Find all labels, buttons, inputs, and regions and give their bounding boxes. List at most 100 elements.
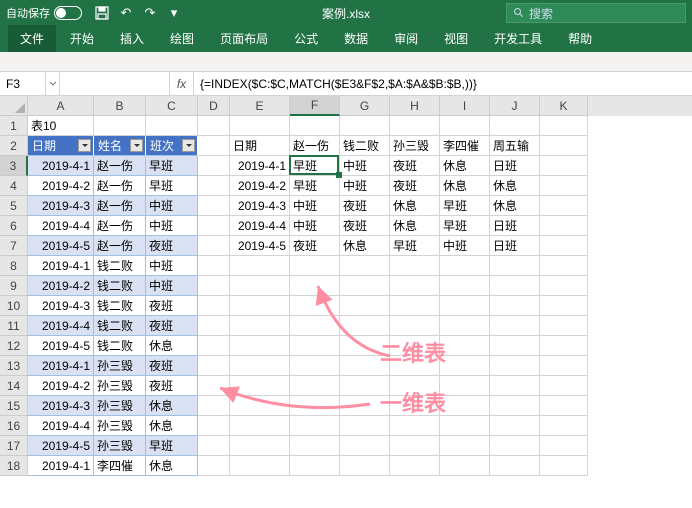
cell-I6[interactable]: 早班 [440, 216, 490, 236]
cell-C2[interactable]: 班次 [146, 136, 198, 156]
col-header-E[interactable]: E [230, 96, 290, 116]
filter-dropdown-icon[interactable] [78, 139, 91, 152]
cell-I13[interactable] [440, 356, 490, 376]
cell-H4[interactable]: 夜班 [390, 176, 440, 196]
row-header-16[interactable]: 16 [0, 416, 28, 436]
cell-A12[interactable]: 2019-4-5 [28, 336, 94, 356]
cell-B13[interactable]: 孙三毁 [94, 356, 146, 376]
cell-G2[interactable]: 钱二败 [340, 136, 390, 156]
cell-K3[interactable] [540, 156, 588, 176]
cell-A3[interactable]: 2019-4-1 [28, 156, 94, 176]
ribbon-tab-9[interactable]: 开发工具 [482, 25, 554, 52]
cell-B17[interactable]: 孙三毁 [94, 436, 146, 456]
cell-G5[interactable]: 夜班 [340, 196, 390, 216]
cell-D11[interactable] [198, 316, 230, 336]
col-header-F[interactable]: F [290, 96, 340, 116]
cell-J6[interactable]: 日班 [490, 216, 540, 236]
cell-H8[interactable] [390, 256, 440, 276]
cell-A2[interactable]: 日期 [28, 136, 94, 156]
cell-D9[interactable] [198, 276, 230, 296]
row-header-14[interactable]: 14 [0, 376, 28, 396]
cell-D10[interactable] [198, 296, 230, 316]
cell-C1[interactable] [146, 116, 198, 136]
cell-G11[interactable] [340, 316, 390, 336]
cell-I3[interactable]: 休息 [440, 156, 490, 176]
cell-E11[interactable] [230, 316, 290, 336]
row-header-5[interactable]: 5 [0, 196, 28, 216]
cell-B14[interactable]: 孙三毁 [94, 376, 146, 396]
cell-J3[interactable]: 日班 [490, 156, 540, 176]
row-header-13[interactable]: 13 [0, 356, 28, 376]
cell-C4[interactable]: 早班 [146, 176, 198, 196]
cell-F12[interactable] [290, 336, 340, 356]
cell-F5[interactable]: 中班 [290, 196, 340, 216]
ribbon-tab-0[interactable]: 文件 [8, 25, 56, 52]
cell-C14[interactable]: 夜班 [146, 376, 198, 396]
cell-K16[interactable] [540, 416, 588, 436]
col-header-C[interactable]: C [146, 96, 198, 116]
spreadsheet-grid[interactable]: ABCDEFGHIJK 1表102日期姓名班次日期赵一伤钱二败孙三毁李四催周五输… [0, 96, 692, 476]
cell-F6[interactable]: 中班 [290, 216, 340, 236]
cell-E12[interactable] [230, 336, 290, 356]
cell-K17[interactable] [540, 436, 588, 456]
cell-G4[interactable]: 中班 [340, 176, 390, 196]
cell-A8[interactable]: 2019-4-1 [28, 256, 94, 276]
row-header-9[interactable]: 9 [0, 276, 28, 296]
cell-D1[interactable] [198, 116, 230, 136]
cell-A7[interactable]: 2019-4-5 [28, 236, 94, 256]
cell-D3[interactable] [198, 156, 230, 176]
save-icon[interactable] [94, 5, 110, 21]
cell-D4[interactable] [198, 176, 230, 196]
cell-H18[interactable] [390, 456, 440, 476]
redo-icon[interactable]: ↷ [142, 5, 158, 21]
cell-J15[interactable] [490, 396, 540, 416]
cell-B12[interactable]: 钱二败 [94, 336, 146, 356]
cell-E2[interactable]: 日期 [230, 136, 290, 156]
cell-J5[interactable]: 休息 [490, 196, 540, 216]
cell-G18[interactable] [340, 456, 390, 476]
cell-I10[interactable] [440, 296, 490, 316]
ribbon-tab-10[interactable]: 帮助 [556, 25, 604, 52]
cell-G12[interactable] [340, 336, 390, 356]
cell-K5[interactable] [540, 196, 588, 216]
cell-I11[interactable] [440, 316, 490, 336]
cell-C5[interactable]: 中班 [146, 196, 198, 216]
cell-H11[interactable] [390, 316, 440, 336]
cell-B7[interactable]: 赵一伤 [94, 236, 146, 256]
cell-I1[interactable] [440, 116, 490, 136]
cell-B8[interactable]: 钱二败 [94, 256, 146, 276]
row-header-2[interactable]: 2 [0, 136, 28, 156]
select-all-triangle[interactable] [0, 96, 28, 116]
cell-H12[interactable] [390, 336, 440, 356]
cell-A14[interactable]: 2019-4-2 [28, 376, 94, 396]
cell-F9[interactable] [290, 276, 340, 296]
cell-I12[interactable] [440, 336, 490, 356]
col-header-K[interactable]: K [540, 96, 588, 116]
name-box[interactable]: F3 [0, 72, 46, 95]
ribbon-tab-6[interactable]: 数据 [332, 25, 380, 52]
cell-C16[interactable]: 休息 [146, 416, 198, 436]
ribbon-tab-8[interactable]: 视图 [432, 25, 480, 52]
filter-dropdown-icon[interactable] [182, 139, 195, 152]
cell-E1[interactable] [230, 116, 290, 136]
row-header-6[interactable]: 6 [0, 216, 28, 236]
cell-G9[interactable] [340, 276, 390, 296]
cell-A10[interactable]: 2019-4-3 [28, 296, 94, 316]
cell-K2[interactable] [540, 136, 588, 156]
row-header-11[interactable]: 11 [0, 316, 28, 336]
cell-E18[interactable] [230, 456, 290, 476]
row-header-4[interactable]: 4 [0, 176, 28, 196]
col-header-A[interactable]: A [28, 96, 94, 116]
cell-D8[interactable] [198, 256, 230, 276]
cell-D6[interactable] [198, 216, 230, 236]
cell-B10[interactable]: 钱二败 [94, 296, 146, 316]
cell-A15[interactable]: 2019-4-3 [28, 396, 94, 416]
col-header-H[interactable]: H [390, 96, 440, 116]
cell-I7[interactable]: 中班 [440, 236, 490, 256]
cell-H1[interactable] [390, 116, 440, 136]
cell-B3[interactable]: 赵一伤 [94, 156, 146, 176]
cell-C9[interactable]: 中班 [146, 276, 198, 296]
name-box-dropdown[interactable] [46, 72, 60, 95]
cell-C18[interactable]: 休息 [146, 456, 198, 476]
cell-K7[interactable] [540, 236, 588, 256]
